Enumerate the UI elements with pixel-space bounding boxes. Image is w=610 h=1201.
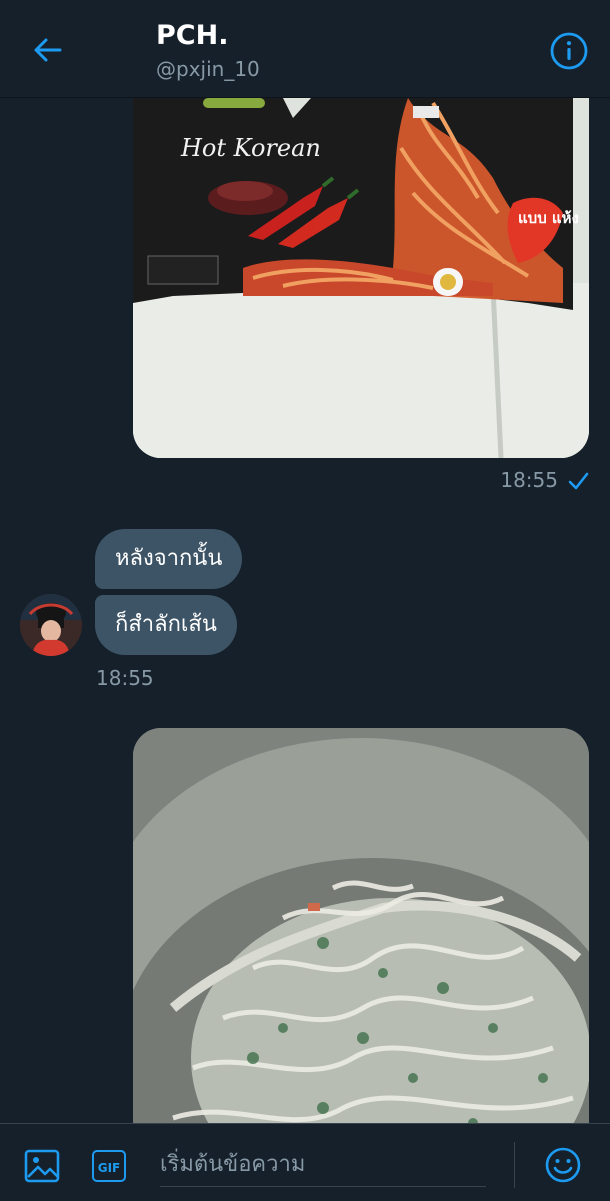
incoming-message-bubble[interactable]: ก็สำลักเส้น [95, 595, 237, 655]
message-composer: GIF [0, 1123, 610, 1201]
info-icon [550, 32, 588, 70]
gif-button[interactable]: GIF [92, 1150, 126, 1182]
conversation-title: PCH. [156, 20, 229, 51]
message-input[interactable] [160, 1142, 486, 1187]
check-icon [568, 472, 589, 490]
emoji-button[interactable] [544, 1146, 582, 1184]
avatar[interactable] [20, 594, 82, 656]
conversation-header: PCH. @pxjin_10 [0, 0, 610, 98]
package-product-text: Hot Korean [180, 134, 321, 162]
message-time-outgoing: 18:55 [500, 468, 558, 492]
noodle-package-photo: แบบ แห้ง Hot Korean [133, 98, 589, 458]
message-image-noodle-package[interactable]: แบบ แห้ง Hot Korean [133, 98, 589, 458]
avatar-photo [20, 594, 82, 656]
image-icon [24, 1149, 60, 1183]
back-button[interactable] [26, 28, 70, 72]
noodle-bowl-photo [133, 728, 589, 1188]
arrow-left-icon [34, 38, 62, 62]
conversation-handle: @pxjin_10 [156, 57, 260, 81]
package-badge-text: แบบ แห้ง [518, 209, 579, 227]
message-image-noodle-bowl[interactable] [133, 728, 589, 1188]
composer-divider [514, 1142, 515, 1188]
media-button[interactable] [24, 1148, 60, 1184]
smiley-icon [545, 1147, 581, 1183]
info-button[interactable] [548, 30, 590, 72]
message-time-incoming: 18:55 [96, 666, 154, 690]
incoming-message-bubble[interactable]: หลังจากนั้น [95, 529, 243, 589]
